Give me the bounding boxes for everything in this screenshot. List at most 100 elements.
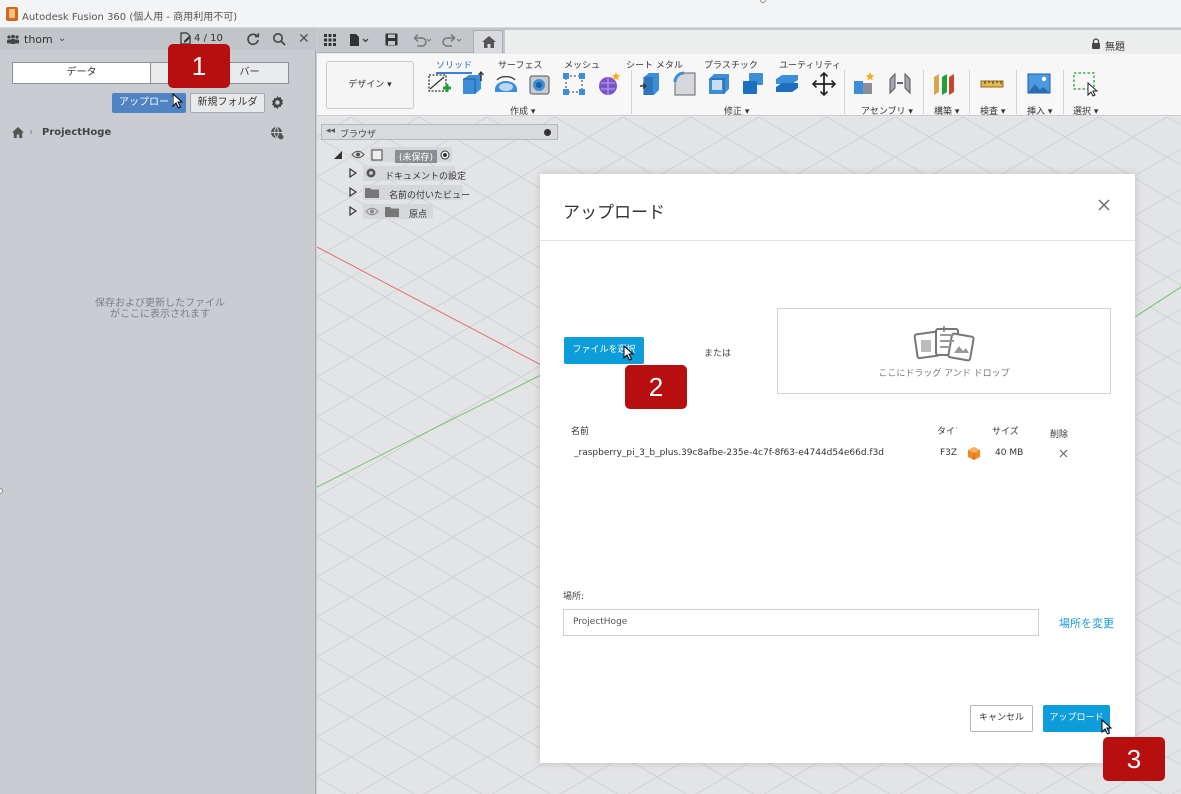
move-copy-icon[interactable] — [811, 71, 837, 97]
activate-radio-icon[interactable] — [440, 150, 450, 160]
new-component-icon[interactable] — [852, 71, 878, 97]
group-label-create[interactable]: 作成 ▾ — [510, 104, 535, 117]
tab-data[interactable]: データ — [13, 63, 150, 83]
hole-icon[interactable] — [527, 71, 553, 97]
expand-triangle-icon[interactable] — [349, 206, 357, 216]
ribbon-tab-surface[interactable]: サーフェス — [498, 58, 542, 71]
document-icon — [371, 149, 383, 161]
close-icon[interactable] — [1097, 198, 1111, 212]
grid-menu-icon[interactable] — [324, 34, 336, 46]
offset-face-icon[interactable] — [774, 71, 800, 97]
undo-icon[interactable] — [411, 32, 433, 48]
file-menu-icon[interactable] — [349, 33, 369, 47]
ribbon-tab-utilities[interactable]: ユーティリティ — [779, 58, 841, 71]
drag-drop-files-icon — [913, 326, 975, 362]
group-label-insert[interactable]: 挿入 ▾ — [1027, 104, 1052, 117]
create-sketch-icon[interactable] — [426, 71, 452, 97]
extrude-icon[interactable] — [460, 71, 486, 97]
document-title: 無題 — [1105, 42, 1125, 53]
ribbon-separator — [923, 70, 924, 114]
mouse-cursor-icon — [172, 93, 184, 109]
workspace-switcher[interactable]: デザイン ▾ — [326, 61, 414, 109]
gear-icon[interactable] — [270, 95, 285, 110]
refresh-icon[interactable] — [246, 32, 260, 46]
browser-pin-icon[interactable] — [544, 129, 551, 136]
browser-item-doc-settings[interactable]: ドキュメントの設定 — [347, 166, 466, 182]
form-icon[interactable] — [561, 71, 587, 97]
search-icon[interactable] — [272, 32, 286, 46]
confirm-upload-button[interactable]: アップロード — [1043, 705, 1110, 732]
select-icon[interactable] — [1072, 71, 1098, 97]
ribbon-separator — [969, 70, 970, 114]
step-callout-2: 2 — [625, 365, 687, 409]
browser-root-label: (未保存) — [395, 150, 438, 163]
group-label-select[interactable]: 選択 ▾ — [1073, 104, 1098, 117]
press-pull-icon[interactable] — [639, 71, 665, 97]
save-icon[interactable] — [385, 33, 398, 46]
revolve-icon[interactable] — [493, 71, 519, 97]
ribbon-tab-plastic[interactable]: プラスチック — [704, 58, 758, 71]
group-label-inspect[interactable]: 検査 ▾ — [980, 104, 1005, 117]
cancel-button[interactable]: キャンセル — [970, 705, 1033, 732]
collapse-icon[interactable]: ◂◂ — [326, 126, 335, 136]
browser-title: ブラウザ — [340, 130, 377, 140]
home-tab[interactable] — [473, 30, 503, 53]
collapse-triangle-icon[interactable] — [333, 150, 343, 160]
step-callout-3: 3 — [1103, 737, 1165, 781]
location-label: 場所: — [563, 592, 585, 602]
browser-item-named-views[interactable]: 名前の付いたビュー — [347, 185, 470, 201]
fillet-icon[interactable] — [672, 71, 698, 97]
browser-item-origin[interactable]: 原点 — [347, 204, 437, 220]
joint-icon[interactable] — [887, 71, 913, 97]
combine-icon[interactable] — [740, 71, 766, 97]
step-callout-1: 1 — [168, 44, 230, 88]
column-header-size: サイズ — [992, 427, 1019, 437]
insert-image-icon[interactable] — [1026, 71, 1052, 97]
change-location-link[interactable]: 場所を変更 — [1059, 615, 1114, 631]
group-label-modify[interactable]: 修正 ▾ — [724, 104, 749, 117]
measure-icon[interactable] — [979, 71, 1005, 97]
resize-handle[interactable] — [760, 0, 766, 3]
mouse-cursor-icon — [623, 345, 635, 361]
ribbon-separator — [631, 70, 632, 114]
breadcrumb-separator-icon: › — [29, 127, 33, 138]
new-folder-button[interactable]: 新規フォルダ — [190, 93, 265, 113]
or-label: または — [704, 349, 732, 359]
column-header-name: 名前 — [571, 427, 590, 437]
panel-splitter-handle[interactable] — [0, 488, 3, 494]
ribbon-tab-mesh[interactable]: メッシュ — [564, 58, 600, 71]
title-bar: Autodesk Fusion 360 (個人用 - 商用利用不可) — [0, 0, 1181, 28]
group-label-assembly[interactable]: アセンブリ ▾ — [861, 104, 913, 117]
team-icon — [7, 34, 19, 44]
empty-state-line-2: がここに表示されます — [110, 309, 210, 320]
remove-icon[interactable] — [1059, 449, 1068, 458]
location-field[interactable]: ProjectHoge — [563, 609, 1039, 636]
document-tab[interactable]: 無題 — [505, 30, 1181, 54]
browser-root-item[interactable]: (未保存) — [333, 147, 463, 163]
group-label-construct[interactable]: 構築 ▾ — [934, 104, 959, 117]
file-size: 40 MB — [995, 448, 1024, 458]
derive-icon[interactable] — [596, 71, 622, 97]
close-icon[interactable]: ✕ — [298, 31, 310, 47]
hidden-eye-icon[interactable] — [365, 207, 379, 216]
window-title: Autodesk Fusion 360 (個人用 - 商用利用不可) — [22, 12, 238, 23]
expand-triangle-icon[interactable] — [349, 187, 357, 197]
visibility-eye-icon[interactable] — [351, 150, 365, 159]
drop-zone[interactable]: ここにドラッグ アンド ドロップ — [777, 308, 1111, 394]
toolbar-ribbon: デザイン ▾ ソリッド サーフェス メッシュ シート メタル プラスチック ユー… — [317, 54, 1181, 117]
empty-state-message: 保存および更新したファイル がここに表示されます — [60, 298, 260, 320]
empty-state-line-1: 保存および更新したファイル — [95, 298, 225, 309]
expand-triangle-icon[interactable] — [349, 168, 357, 178]
breadcrumb-project[interactable]: ProjectHoge — [42, 127, 111, 138]
browser-item-label: ドキュメントの設定 — [385, 172, 467, 182]
ribbon-separator — [844, 70, 845, 114]
globe-icon[interactable] — [270, 126, 284, 140]
ribbon-tab-sheet-metal[interactable]: シート メタル — [626, 58, 683, 71]
home-icon[interactable] — [12, 127, 24, 138]
user-name[interactable]: thom — [24, 33, 53, 46]
browser-panel-header[interactable]: ◂◂ ブラウザ — [321, 124, 558, 140]
shell-icon[interactable] — [706, 71, 732, 97]
offset-plane-icon[interactable] — [931, 71, 957, 97]
redo-icon[interactable] — [441, 32, 463, 48]
chevron-down-icon[interactable]: ⌄ — [58, 33, 66, 44]
